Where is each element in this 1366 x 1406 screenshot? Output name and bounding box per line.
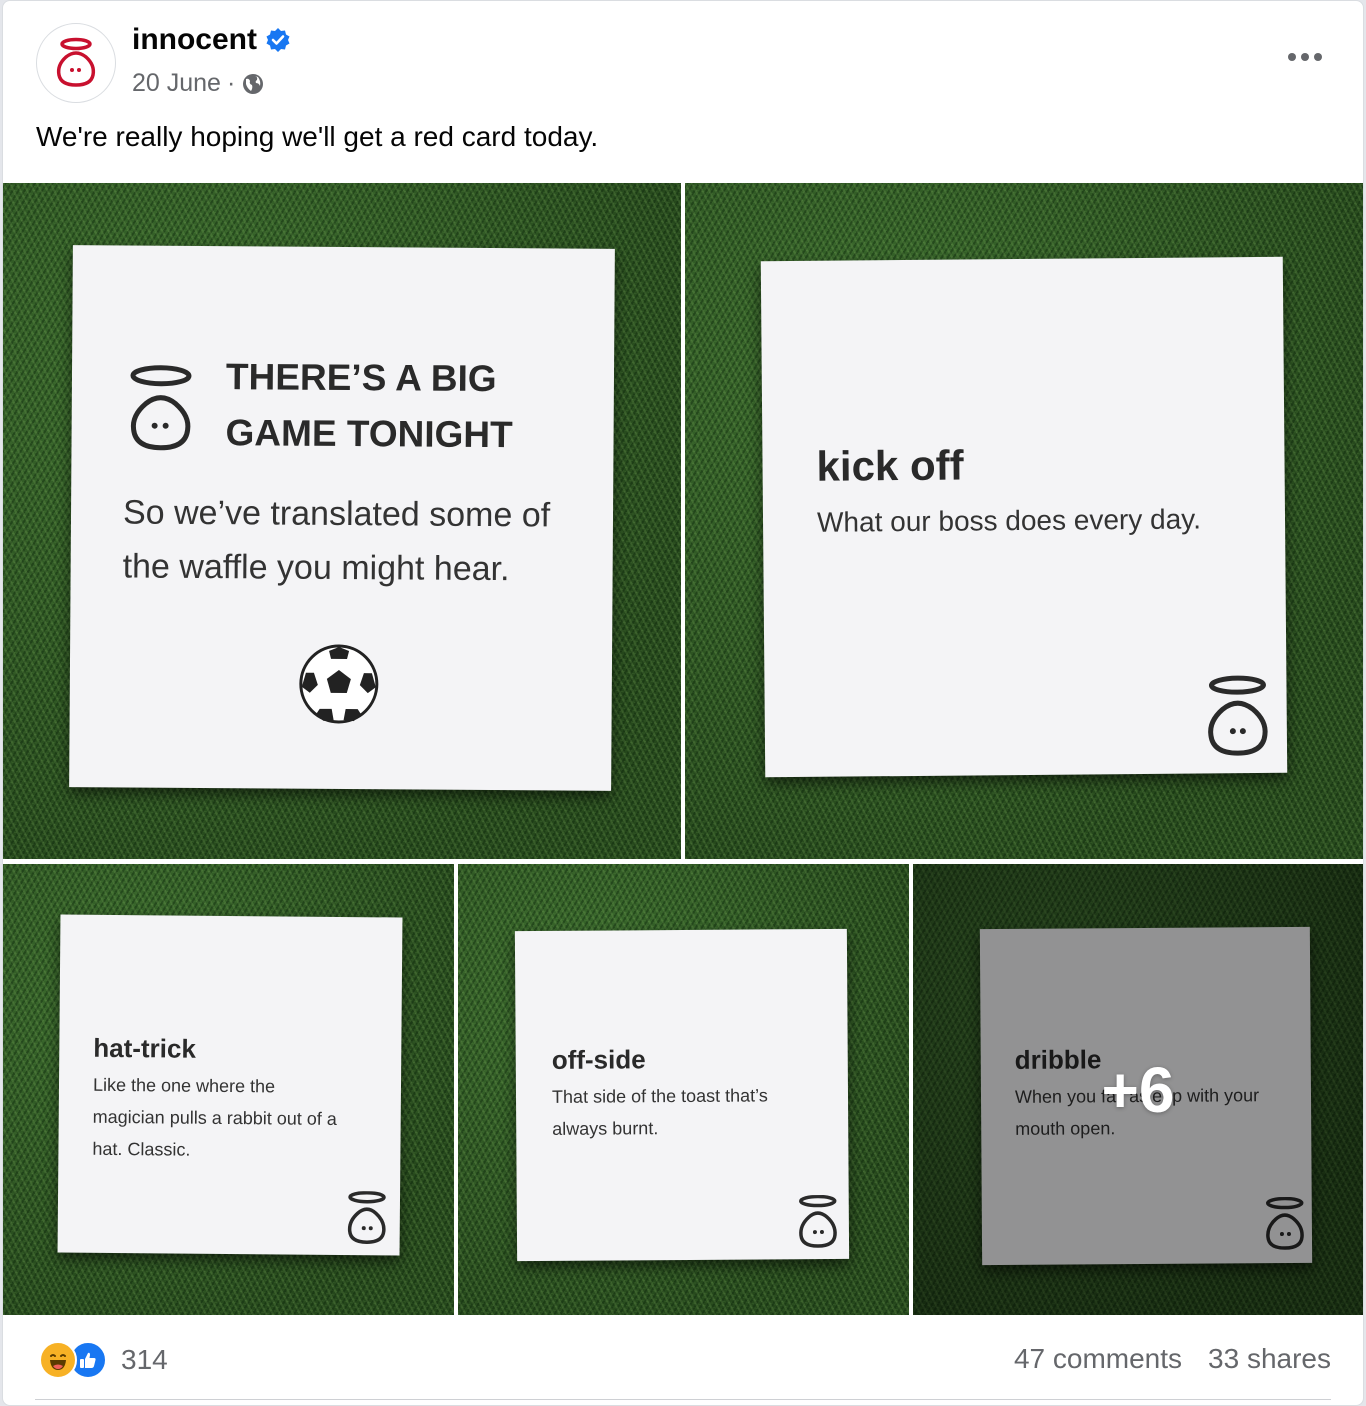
card-title: off-side [551, 1044, 646, 1075]
shares-count-link[interactable]: 33 shares [1208, 1343, 1331, 1375]
card-body-line2: magician pulls a rabbit out of a [92, 1106, 337, 1129]
more-photos-overlay[interactable]: +6 [913, 864, 1363, 1315]
post-date[interactable]: 20 June [132, 69, 221, 98]
card-hat-trick: hat-trick Like the one where the magicia… [57, 914, 403, 1256]
post-caption: We're really hoping we'll get a red card… [36, 121, 599, 152]
card-title: kick off [816, 441, 964, 490]
card-off-side: off-side That side of the toast that’s a… [514, 928, 850, 1262]
football-icon [299, 644, 379, 724]
card-body-line3: hat. Classic. [92, 1138, 191, 1160]
globe-icon[interactable] [241, 72, 265, 96]
card-body-line2: always burnt. [552, 1118, 659, 1139]
post-footer: 314 47 comments 33 shares [3, 1315, 1363, 1405]
page-avatar[interactable] [36, 23, 116, 103]
card-big-game: THERE’S A BIG GAME TONIGHT So we’ve tran… [69, 245, 615, 791]
footer-divider [35, 1399, 1331, 1400]
card-body-line1: Like the one where the [92, 1074, 276, 1097]
reactions-summary[interactable]: 314 [39, 1341, 168, 1379]
innocent-logo-icon [56, 37, 96, 87]
card-kick-off: kick off What our boss does every day. [760, 256, 1288, 778]
card-body: What our boss does every day. [816, 503, 1202, 538]
more-options-button[interactable] [1283, 41, 1327, 73]
meta-separator: · [226, 69, 236, 97]
photo-2[interactable]: kick off What our boss does every day. [685, 183, 1363, 859]
reaction-count: 314 [121, 1344, 168, 1375]
card-body-line1: So we’ve translated some of [122, 493, 551, 535]
photo-5-more[interactable]: dribble When you fall asleep with your m… [913, 864, 1363, 1315]
card-title: hat-trick [93, 1032, 197, 1064]
page-name[interactable]: innocent [132, 23, 257, 57]
innocent-logo-icon [1208, 675, 1268, 756]
haha-reaction-icon [39, 1341, 77, 1379]
card-body-line2: the waffle you might hear. [122, 547, 510, 589]
verified-badge-icon [266, 28, 290, 52]
thumbs-up-icon [80, 1352, 96, 1368]
laughing-face-icon [50, 1354, 66, 1370]
more-options-icon [1288, 53, 1322, 61]
innocent-logo-icon [347, 1191, 386, 1244]
card-body-line1: That side of the toast that’s [551, 1085, 768, 1107]
photo-grid: THERE’S A BIG GAME TONIGHT So we’ve tran… [3, 183, 1363, 1315]
innocent-logo-icon [798, 1194, 837, 1248]
post-card: innocent 20 June · We're really hoping w… [2, 0, 1364, 1406]
photo-3[interactable]: hat-trick Like the one where the magicia… [3, 864, 454, 1315]
card-title-line1: THERE’S A BIG [225, 356, 497, 400]
innocent-logo-icon [130, 365, 192, 451]
more-photos-count: +6 [1101, 1053, 1175, 1126]
photo-1[interactable]: THERE’S A BIG GAME TONIGHT So we’ve tran… [3, 183, 681, 859]
card-title-line2: GAME TONIGHT [225, 412, 513, 456]
photo-4[interactable]: off-side That side of the toast that’s a… [458, 864, 909, 1315]
comments-count-link[interactable]: 47 comments [1014, 1343, 1182, 1375]
